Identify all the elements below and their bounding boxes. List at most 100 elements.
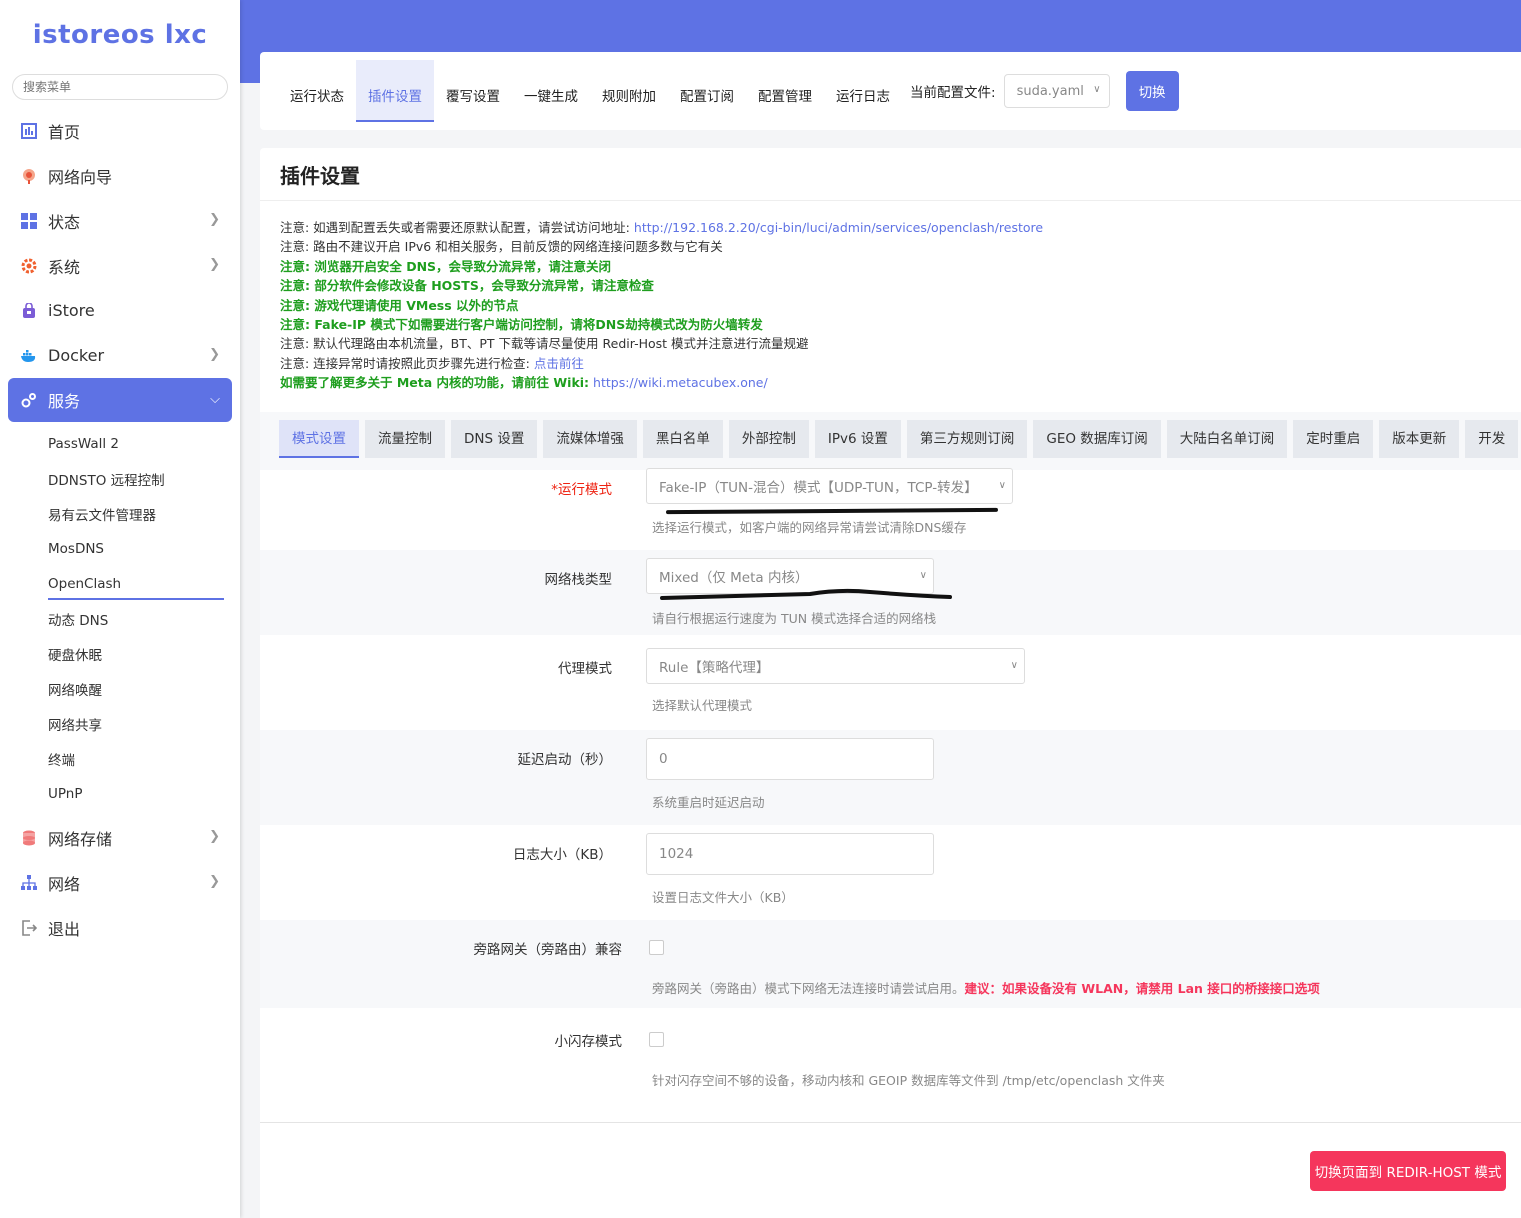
subtab-blackwhite[interactable]: 黑白名单 xyxy=(642,420,723,458)
handwritten-underline xyxy=(665,507,999,515)
run-mode-value: Fake-IP（TUN-混合）模式【UDP-TUN，TCP-转发】 xyxy=(659,480,978,496)
row-proxy-mode: 代理模式 Rule【策略代理】 ∨ 选择默认代理模式 xyxy=(260,635,1521,730)
submenu-item-mosdns[interactable]: MosDNS xyxy=(0,531,240,566)
switch-redir-host-button[interactable]: 切换页面到 REDIR-HOST 模式 xyxy=(1310,1151,1506,1191)
tab-override[interactable]: 覆写设置 xyxy=(434,60,512,122)
small-flash-label: 小闪存模式 xyxy=(554,1034,623,1050)
chevron-down-icon: ∨ xyxy=(1093,84,1101,95)
app-logo: istoreos lxc xyxy=(32,20,208,50)
services-icon xyxy=(20,391,38,409)
plugin-settings-card: 插件设置 注意: 如遇到配置丢失或者需要还原默认配置，请尝试访问地址: http… xyxy=(260,148,1521,1218)
notice-fakeip: 注意: Fake-IP 模式下如需要进行客户端访问控制，请将DNS劫持模式改为防… xyxy=(280,317,763,333)
sidebar-item-label: iStore xyxy=(48,301,95,320)
tab-one-click[interactable]: 一键生成 xyxy=(512,60,590,122)
submenu-item-ddns[interactable]: 动态 DNS xyxy=(0,601,240,636)
subtab-streaming[interactable]: 流媒体增强 xyxy=(543,420,637,458)
small-flash-checkbox[interactable] xyxy=(649,1032,664,1047)
bypass-gateway-checkbox[interactable] xyxy=(649,940,664,955)
run-mode-select[interactable]: Fake-IP（TUN-混合）模式【UDP-TUN，TCP-转发】 ∨ xyxy=(646,468,1013,504)
row-delay-start: 延迟启动（秒） 0 系统重启时延迟启动 xyxy=(260,730,1521,825)
chevron-right-icon: ❯ xyxy=(209,257,220,272)
sidebar-item-nas[interactable]: 网络存储 ❯ xyxy=(0,815,240,860)
wiki-link[interactable]: https://wiki.metacubex.one/ xyxy=(593,375,768,390)
sidebar-item-label: 服务 xyxy=(48,392,81,411)
sidebar-item-wizard[interactable]: 网络向导 xyxy=(0,153,240,198)
submenu-item-file-manager[interactable]: 易有云文件管理器 xyxy=(0,496,240,531)
chevron-right-icon: ❯ xyxy=(209,829,220,844)
tab-config-manage[interactable]: 配置管理 xyxy=(746,60,824,122)
sidebar-item-docker[interactable]: Docker ❯ xyxy=(0,333,240,378)
chevron-down-icon: ∨ xyxy=(1010,660,1018,671)
subtab-ipv6[interactable]: IPv6 设置 xyxy=(814,420,901,458)
submenu-item-wol[interactable]: 网络唤醒 xyxy=(0,671,240,706)
submenu-item-upnp[interactable]: UPnP xyxy=(0,776,240,811)
submenu-item-terminal[interactable]: 终端 xyxy=(0,741,240,776)
subtab-geo[interactable]: GEO 数据库订阅 xyxy=(1033,420,1161,458)
config-file-label: 当前配置文件: xyxy=(910,85,996,101)
chevron-down-icon: ∨ xyxy=(998,480,1006,491)
sidebar-item-logout[interactable]: 退出 xyxy=(0,905,240,950)
config-file-select[interactable]: suda.yaml ∨ xyxy=(1003,74,1110,108)
title-divider xyxy=(260,200,1521,201)
sidebar-item-label: 退出 xyxy=(48,919,81,939)
submenu-item-passwall[interactable]: PassWall 2 xyxy=(0,426,240,461)
dashboard-icon xyxy=(20,122,38,140)
subtab-dev[interactable]: 开发 xyxy=(1465,420,1519,458)
sidebar-item-home[interactable]: 首页 xyxy=(0,108,240,153)
gear-icon xyxy=(20,257,38,275)
chevron-right-icon: ❯ xyxy=(209,347,220,362)
tab-config-subscribe[interactable]: 配置订阅 xyxy=(668,60,746,122)
chevron-right-icon: ❯ xyxy=(209,874,220,889)
grid-icon xyxy=(20,212,38,230)
logout-icon xyxy=(20,919,38,937)
restore-link[interactable]: http://192.168.2.20/cgi-bin/luci/admin/s… xyxy=(634,220,1043,235)
row-small-flash: 小闪存模式 针对闪存空间不够的设备，移动内核和 GEOIP 数据库等文件到 /t… xyxy=(260,1008,1521,1103)
subtab-dns[interactable]: DNS 设置 xyxy=(451,420,538,458)
bypass-gateway-hint: 旁路网关（旁路由）模式下网络无法连接时请尝试启用。建议：如果设备没有 WLAN，… xyxy=(652,981,1320,996)
subtab-external[interactable]: 外部控制 xyxy=(728,420,809,458)
chevron-down-icon: ∨ xyxy=(919,570,927,581)
log-size-label: 日志大小（KB） xyxy=(512,847,612,863)
sidebar-item-label: 网络 xyxy=(48,874,81,894)
sidebar-item-system[interactable]: 系统 ❯ xyxy=(0,243,240,288)
tab-run-log[interactable]: 运行日志 xyxy=(824,60,902,122)
submenu-item-hd-idle[interactable]: 硬盘休眠 xyxy=(0,636,240,671)
tab-plugin-settings[interactable]: 插件设置 xyxy=(356,60,434,122)
subtab-schedule-restart[interactable]: 定时重启 xyxy=(1293,420,1374,458)
small-flash-hint: 针对闪存空间不够的设备，移动内核和 GEOIP 数据库等文件到 /tmp/etc… xyxy=(652,1073,1165,1088)
sidebar-item-label: 系统 xyxy=(48,257,81,277)
switch-config-button[interactable]: 切换 xyxy=(1125,71,1179,111)
submenu-item-openclash[interactable]: OpenClash xyxy=(0,566,240,601)
menu-search-input[interactable] xyxy=(12,74,228,100)
chevron-right-icon: ❯ xyxy=(209,212,220,227)
sidebar-item-label: 首页 xyxy=(48,122,81,142)
notices: 注意: 如遇到配置丢失或者需要还原默认配置，请尝试访问地址: http://19… xyxy=(280,218,1043,393)
notice-restore: 注意: 如遇到配置丢失或者需要还原默认配置，请尝试访问地址: http://19… xyxy=(280,220,1044,235)
handwritten-underline xyxy=(660,588,952,600)
sidebar-item-istore[interactable]: iStore xyxy=(0,288,240,333)
subtab-traffic[interactable]: 流量控制 xyxy=(365,420,445,458)
subtab-third-rules[interactable]: 第三方规则订阅 xyxy=(906,420,1028,458)
check-link[interactable]: 点击前往 xyxy=(534,356,584,371)
submenu-item-ddnsto[interactable]: DDNSTO 远程控制 xyxy=(0,461,240,496)
stack-type-hint: 请自行根据运行速度为 TUN 模式选择合适的网络栈 xyxy=(652,611,937,626)
network-icon xyxy=(20,874,38,892)
run-mode-hint: 选择运行模式，如客户端的网络异常请尝试清除DNS缓存 xyxy=(652,520,967,535)
sidebar-item-services[interactable]: 服务 ⌵ xyxy=(8,378,232,422)
log-size-input[interactable]: 1024 xyxy=(646,833,934,875)
page-title: 插件设置 xyxy=(280,164,360,188)
submenu-item-samba[interactable]: 网络共享 xyxy=(0,706,240,741)
tab-rule-append[interactable]: 规则附加 xyxy=(590,60,668,122)
subtab-china-list[interactable]: 大陆白名单订阅 xyxy=(1166,420,1288,458)
proxy-mode-select[interactable]: Rule【策略代理】 ∨ xyxy=(646,648,1025,684)
sidebar-item-status[interactable]: 状态 ❯ xyxy=(0,198,240,243)
config-file-value: suda.yaml xyxy=(1016,83,1084,99)
tab-run-status[interactable]: 运行状态 xyxy=(278,60,356,122)
sidebar-item-network[interactable]: 网络 ❯ xyxy=(0,860,240,905)
subtab-mode[interactable]: 模式设置 xyxy=(279,420,359,458)
row-stack-type: 网络栈类型 Mixed（仅 Meta 内核） ∨ 请自行根据运行速度为 TUN … xyxy=(260,550,1521,635)
run-mode-label: *运行模式 xyxy=(551,482,612,498)
sidebar-item-label: 网络向导 xyxy=(48,167,113,187)
subtab-version[interactable]: 版本更新 xyxy=(1379,420,1460,458)
delay-start-input[interactable]: 0 xyxy=(646,738,934,780)
